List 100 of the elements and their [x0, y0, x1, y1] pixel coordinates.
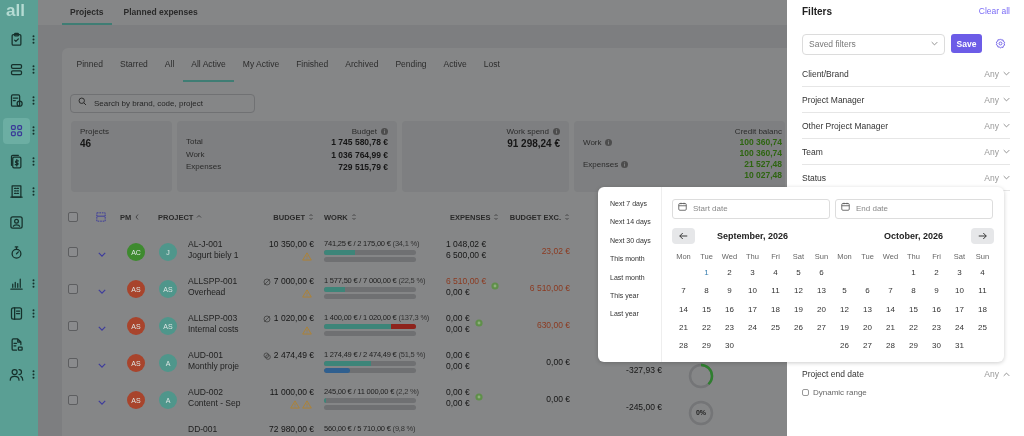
tab[interactable]: All Active	[182, 48, 235, 82]
next-month-button[interactable]	[971, 227, 994, 244]
calendar-day[interactable]: 8	[695, 282, 718, 301]
calendar-day[interactable]: 7	[672, 282, 695, 301]
tab[interactable]: Starred	[111, 48, 157, 82]
calendar-day[interactable]: 23	[925, 318, 948, 338]
more-icon[interactable]	[32, 370, 35, 380]
tab[interactable]: Archived	[336, 48, 387, 82]
row-checkbox[interactable]	[68, 284, 78, 294]
calendar-day[interactable]: 10	[741, 282, 764, 301]
calendar-day[interactable]: 5	[787, 264, 810, 283]
saved-filters-dropdown[interactable]: Saved filters	[802, 33, 945, 55]
calendar-day[interactable]: 9	[718, 282, 741, 301]
calendar-day[interactable]: 6	[856, 282, 879, 301]
chevron-down-icon[interactable]	[1003, 97, 1010, 102]
tab[interactable]: All	[156, 48, 183, 82]
row-checkbox[interactable]	[68, 247, 78, 257]
tab[interactable]: Lost	[475, 48, 509, 82]
calendar-day[interactable]: 4	[971, 264, 994, 283]
calendar-day[interactable]: 5	[833, 282, 856, 301]
calendar-day[interactable]: 18	[971, 300, 994, 319]
calendar-day[interactable]: 14	[672, 300, 695, 319]
nav-button[interactable]	[3, 117, 30, 144]
calendar-day[interactable]: 19	[833, 318, 856, 338]
calendar-day[interactable]: 16	[925, 300, 948, 319]
calendar-day[interactable]: 13	[810, 282, 833, 301]
calendar-day[interactable]: 22	[902, 318, 925, 338]
chevron-up-icon[interactable]	[1003, 371, 1010, 377]
calendar-day[interactable]: 21	[672, 318, 695, 338]
more-icon[interactable]	[32, 95, 35, 105]
calendar-day[interactable]: 8	[902, 282, 925, 301]
calendar-day[interactable]: 6	[810, 264, 833, 283]
tab[interactable]: Pending	[386, 48, 436, 82]
more-icon[interactable]	[32, 126, 35, 136]
tab[interactable]: Finished	[287, 48, 337, 82]
calendar-day[interactable]: 10	[948, 282, 971, 301]
chevron-down-icon[interactable]	[98, 400, 106, 405]
chevron-left-icon[interactable]	[134, 213, 141, 221]
sort-icon[interactable]	[350, 213, 357, 221]
start-date-field[interactable]: Start date	[672, 198, 830, 219]
sort-icon[interactable]	[564, 213, 570, 221]
calendar-day[interactable]: 9	[925, 282, 948, 301]
calendar-day[interactable]: 19	[787, 300, 810, 319]
tab[interactable]: Planned expenses	[115, 0, 206, 25]
chevron-down-icon[interactable]	[98, 326, 106, 331]
calendar-day[interactable]: 29	[902, 337, 925, 356]
calendar-day[interactable]: 15	[902, 300, 925, 319]
calendar-day[interactable]: 27	[810, 318, 833, 338]
calendar-day[interactable]: 30	[925, 337, 948, 356]
calendar-day[interactable]: 28	[672, 337, 695, 356]
calendar-day[interactable]: 24	[948, 318, 971, 338]
sort-icon[interactable]	[308, 213, 314, 221]
calendar-day[interactable]: 13	[856, 300, 879, 319]
calendar-day[interactable]: 1	[902, 264, 925, 283]
select-all-checkbox[interactable]	[68, 212, 78, 222]
calendar-day[interactable]: 3	[741, 264, 764, 283]
row-checkbox[interactable]	[68, 321, 78, 331]
tab[interactable]: Active	[435, 48, 476, 82]
tab[interactable]: Projects	[62, 0, 112, 25]
chevron-up-icon[interactable]	[196, 213, 203, 221]
calendar-day[interactable]: 11	[971, 282, 994, 301]
calendar-day[interactable]: 2	[718, 264, 741, 283]
chevron-down-icon[interactable]	[1003, 175, 1010, 180]
calendar-day[interactable]: 25	[971, 318, 994, 338]
settings-icon[interactable]	[995, 38, 1006, 49]
calendar-day[interactable]: 25	[764, 318, 787, 338]
calendar-day[interactable]: 22	[695, 318, 718, 338]
chevron-down-icon[interactable]	[1003, 71, 1010, 76]
more-icon[interactable]	[32, 309, 35, 319]
calendar-day[interactable]: 17	[948, 300, 971, 319]
tab[interactable]: My Active	[234, 48, 288, 82]
calendar-day[interactable]: 12	[833, 300, 856, 319]
more-icon[interactable]	[32, 34, 35, 44]
calendar-day[interactable]: 29	[695, 337, 718, 356]
calendar-day[interactable]: 1	[695, 264, 718, 283]
calendar-day[interactable]: 11	[764, 282, 787, 301]
calendar-day[interactable]: 17	[741, 300, 764, 319]
calendar-day[interactable]: 4	[764, 264, 787, 283]
chevron-down-icon[interactable]	[98, 363, 106, 368]
calendar-day[interactable]: 2	[925, 264, 948, 283]
calendar-day[interactable]: 21	[879, 318, 902, 338]
calendar-day[interactable]: 27	[856, 337, 879, 356]
calendar-day[interactable]: 26	[787, 318, 810, 338]
row-checkbox[interactable]	[68, 395, 78, 405]
calendar-day[interactable]: 26	[833, 337, 856, 356]
calendar-day[interactable]: 12	[787, 282, 810, 301]
save-button[interactable]: Save	[951, 34, 982, 53]
layout-icon[interactable]	[96, 212, 106, 222]
chevron-down-icon[interactable]	[1003, 149, 1010, 154]
calendar-day[interactable]: 20	[856, 318, 879, 338]
more-icon[interactable]	[32, 187, 35, 197]
sort-icon[interactable]	[493, 213, 500, 221]
calendar-day[interactable]: 23	[718, 318, 741, 338]
search-field[interactable]: Search by brand, code, project	[70, 94, 255, 113]
calendar-day[interactable]: 16	[718, 300, 741, 319]
calendar-day[interactable]: 24	[741, 318, 764, 338]
calendar-day[interactable]: 18	[764, 300, 787, 319]
calendar-day[interactable]: 20	[810, 300, 833, 319]
checkbox[interactable]	[802, 389, 809, 396]
end-date-field[interactable]: End date	[835, 198, 993, 219]
